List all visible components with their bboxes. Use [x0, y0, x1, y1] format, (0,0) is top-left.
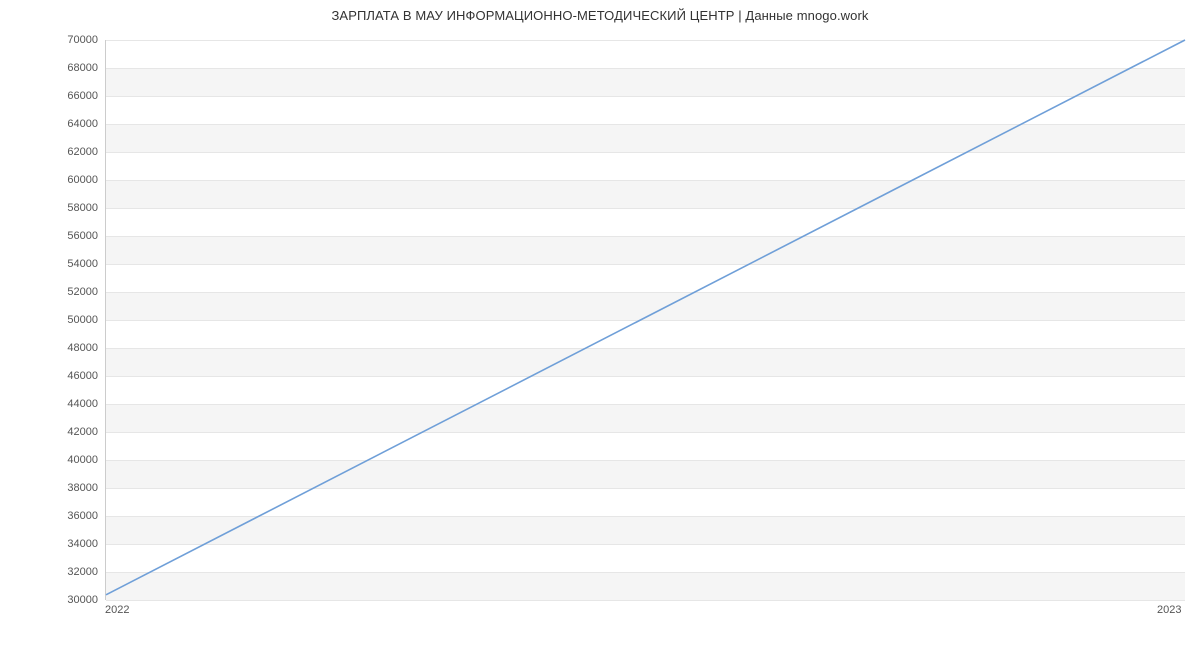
- chart-title: ЗАРПЛАТА В МАУ ИНФОРМАЦИОННО-МЕТОДИЧЕСКИ…: [0, 8, 1200, 23]
- y-tick-label: 66000: [38, 90, 98, 102]
- data-line: [106, 40, 1185, 595]
- y-tick-label: 30000: [38, 594, 98, 606]
- y-tick-label: 44000: [38, 398, 98, 410]
- y-tick-label: 46000: [38, 370, 98, 382]
- x-tick-label: 2023: [1157, 604, 1181, 616]
- y-tick-label: 64000: [38, 118, 98, 130]
- chart-container: ЗАРПЛАТА В МАУ ИНФОРМАЦИОННО-МЕТОДИЧЕСКИ…: [0, 0, 1200, 650]
- y-tick-label: 48000: [38, 342, 98, 354]
- plot-area: [105, 40, 1185, 600]
- y-tick-label: 36000: [38, 510, 98, 522]
- y-tick-label: 68000: [38, 62, 98, 74]
- y-tick-label: 58000: [38, 202, 98, 214]
- grid-line: [106, 600, 1185, 601]
- y-tick-label: 70000: [38, 34, 98, 46]
- y-tick-label: 42000: [38, 426, 98, 438]
- y-tick-label: 54000: [38, 258, 98, 270]
- y-tick-label: 40000: [38, 454, 98, 466]
- y-tick-label: 38000: [38, 482, 98, 494]
- y-tick-label: 32000: [38, 566, 98, 578]
- y-tick-label: 50000: [38, 314, 98, 326]
- y-tick-label: 52000: [38, 286, 98, 298]
- y-tick-label: 62000: [38, 146, 98, 158]
- y-tick-label: 34000: [38, 538, 98, 550]
- x-tick-label: 2022: [105, 604, 129, 616]
- y-tick-label: 60000: [38, 174, 98, 186]
- y-tick-label: 56000: [38, 230, 98, 242]
- chart-line-layer: [106, 40, 1185, 599]
